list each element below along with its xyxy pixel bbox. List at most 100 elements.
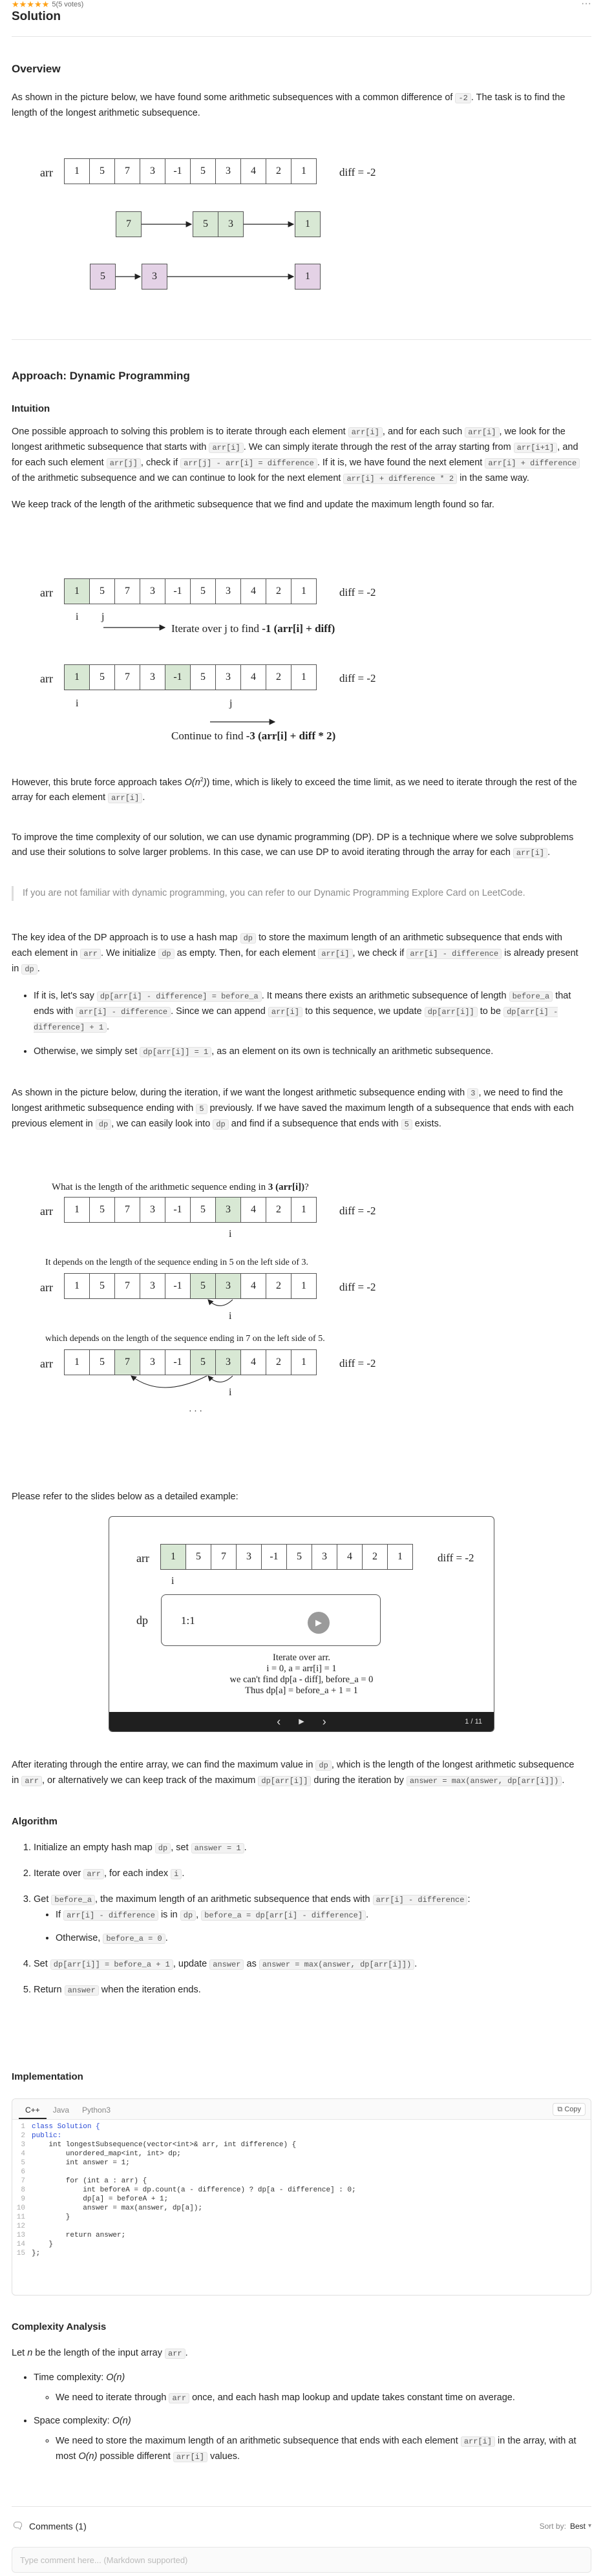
divider <box>12 36 591 37</box>
code-line: 14 } <box>12 2240 591 2249</box>
list-item: Get before_a, the maximum length of an a… <box>34 1892 584 1947</box>
comments-header: 🗨 Comments (1) Sort by: Best ▾ <box>12 2517 591 2535</box>
complexity-list: Time complexity: O(n) We need to iterate… <box>12 2370 584 2471</box>
line-number: 5 <box>21 2159 25 2167</box>
algorithm-heading: Algorithm <box>12 1816 58 1827</box>
approach-heading: Approach: Dynamic Programming <box>12 370 190 382</box>
next-slide-button[interactable]: › <box>323 1714 326 1729</box>
sort-select[interactable]: Best <box>570 2518 586 2534</box>
list-item: Otherwise, we simply set dp[arr[i]] = 1,… <box>34 1044 584 1060</box>
code-text: unordered_map<int, int> dp; <box>32 2150 182 2158</box>
list-item: Initialize an empty hash map dp, set ans… <box>34 1841 584 1856</box>
arr-label: arr <box>136 1552 149 1565</box>
arr-cell: 1 <box>160 1544 186 1570</box>
after-paragraph: After iterating through the entire array… <box>12 1760 575 1786</box>
page-title: Solution <box>12 10 61 23</box>
line-number: 12 <box>16 2222 25 2230</box>
code-line: 3 int longestSubsequence(vector<int>& ar… <box>12 2140 591 2149</box>
code-line: 10 answer = max(answer, dp[a]); <box>12 2204 591 2213</box>
comment-input[interactable]: Type comment here... (Markdown supported… <box>12 2547 591 2573</box>
figure-arrows <box>131 1299 233 1388</box>
brute-force-paragraph: However, this brute force approach takes… <box>12 776 577 803</box>
code-line: 15}; <box>12 2249 591 2258</box>
language-tabs: C++ Java Python3 <box>12 2099 591 2120</box>
more-options-icon[interactable]: ··· <box>581 0 591 12</box>
code-text: answer = max(answer, dp[a]); <box>32 2204 203 2212</box>
diff-label: diff = -2 <box>438 1552 474 1564</box>
divider <box>12 339 591 340</box>
dp-map-box: 1:1 ▶ <box>161 1594 381 1646</box>
code-line: 7 for (int a : arr) { <box>12 2177 591 2186</box>
code-text: return answer; <box>32 2232 126 2239</box>
arr-cell: 3 <box>312 1544 337 1570</box>
dp-intro-paragraph: To improve the time complexity of our so… <box>12 832 574 858</box>
chevron-down-icon[interactable]: ▾ <box>588 2518 591 2534</box>
code-text: int beforeA = dp.count(a - difference) ?… <box>32 2186 356 2194</box>
divider <box>12 2506 591 2507</box>
code-text: int answer = 1; <box>32 2159 130 2167</box>
line-number: 1 <box>21 2123 25 2131</box>
arr-cell: 5 <box>185 1544 211 1570</box>
complexity-intro: Let n be the length of the input array a… <box>12 2348 188 2359</box>
list-item: We need to store the maximum length of a… <box>56 2434 584 2465</box>
line-number: 9 <box>21 2195 25 2203</box>
index-i: i <box>171 1576 175 1587</box>
code-line: 5 int answer = 1; <box>12 2159 591 2168</box>
figure-arrows <box>103 624 276 725</box>
key-idea-paragraph: The key idea of the DP approach is to us… <box>12 933 578 975</box>
dp-card-link[interactable]: Dynamic Programming Explore Card <box>314 888 467 898</box>
code-text: } <box>32 2241 54 2248</box>
intuition-paragraph: One possible approach to solving this pr… <box>12 425 584 487</box>
code-text: class Solution { <box>32 2123 100 2131</box>
prev-slide-button[interactable]: ‹ <box>277 1714 280 1729</box>
arr-cell: 4 <box>337 1544 363 1570</box>
arr-cell: 7 <box>211 1544 237 1570</box>
line-number: 11 <box>16 2213 25 2221</box>
code-line: 9 dp[a] = beforeA + 1; <box>12 2195 591 2204</box>
arr-cell: 3 <box>236 1544 262 1570</box>
figure-arrows <box>116 221 295 280</box>
line-number: 10 <box>16 2204 25 2212</box>
line-number: 2 <box>21 2132 25 2140</box>
tab-java[interactable]: Java <box>47 2101 76 2119</box>
slides-intro: Please refer to the slides below as a de… <box>12 1492 238 1502</box>
star-icons: ★★★★★ <box>12 0 50 9</box>
tab-python3[interactable]: Python3 <box>76 2101 117 2119</box>
code-line: 8 int beforeA = dp.count(a - difference)… <box>12 2186 591 2195</box>
arr-cell: 5 <box>286 1544 312 1570</box>
line-number: 13 <box>16 2232 25 2239</box>
dp-example-paragraph: As shown in the picture below, during th… <box>12 1088 574 1130</box>
implementation-heading: Implementation <box>12 2071 83 2082</box>
figure-overview: arr 1 5 7 3 -1 5 3 4 2 1 diff = -2 7 5 3 1 5 3 1 <box>0 158 603 290</box>
code-line: 13 return answer; <box>12 2231 591 2240</box>
intuition-paragraph-2: We keep track of the length of the arith… <box>12 500 494 510</box>
code-line: 12 <box>12 2222 591 2231</box>
dp-card-note: If you are not familiar with dynamic pro… <box>12 886 584 901</box>
code-body[interactable]: 1 class Solution {2 public: 3 int longestSu… <box>12 2120 591 2258</box>
list-item: Time complexity: O(n) We need to iterate… <box>34 2370 584 2406</box>
list-item: We need to iterate through arr once, and… <box>56 2391 584 2406</box>
line-number: 8 <box>21 2186 25 2194</box>
figure-brute-force: arr 1 5 7 3 -1 5 3 4 2 1 diff = -2 i j Iterate ov… <box>0 578 603 746</box>
dp-label: dp <box>136 1614 148 1627</box>
rating[interactable]: ★★★★★ 5(5 votes) <box>12 0 83 9</box>
comment-icon: 🗨 <box>12 2520 25 2531</box>
list-item: Space complexity: O(n) We need to store … <box>34 2414 584 2465</box>
copy-button[interactable]: ⧉ Copy <box>553 2103 586 2116</box>
code-line: 4 unordered_map<int, int> dp; <box>12 2149 591 2159</box>
tab-cpp[interactable]: C++ <box>19 2101 47 2119</box>
comments-count: Comments (1) <box>29 2521 87 2531</box>
slides-viewer[interactable]: arr 1 5 7 3 -1 5 3 4 2 1 diff = -2 i dp 1:1 ▶ Ite… <box>109 1516 494 1732</box>
slides-controls: ‹ ▶ › 1 / 11 <box>109 1712 494 1731</box>
line-number: 3 <box>21 2141 25 2149</box>
code-editor: C++ Java Python3 ⧉ Copy 1 class Solution … <box>12 2098 591 2296</box>
line-number: 7 <box>21 2177 25 2185</box>
algorithm-list: Initialize an empty hash map dp, set ans… <box>12 1841 584 2005</box>
play-overlay-icon[interactable]: ▶ <box>308 1612 330 1634</box>
slide-description: Iterate over arr. i = 0, a = arr[i] = 1 … <box>229 1652 374 1696</box>
code-text: for (int a : arr) { <box>32 2177 147 2185</box>
list-item: Otherwise, before_a = 0. <box>56 1931 584 1947</box>
play-button[interactable]: ▶ <box>299 1714 304 1729</box>
arr-row: 1 5 7 3 -1 5 3 4 2 1 <box>160 1544 413 1570</box>
list-item: Return answer when the iteration ends. <box>34 1983 584 1998</box>
